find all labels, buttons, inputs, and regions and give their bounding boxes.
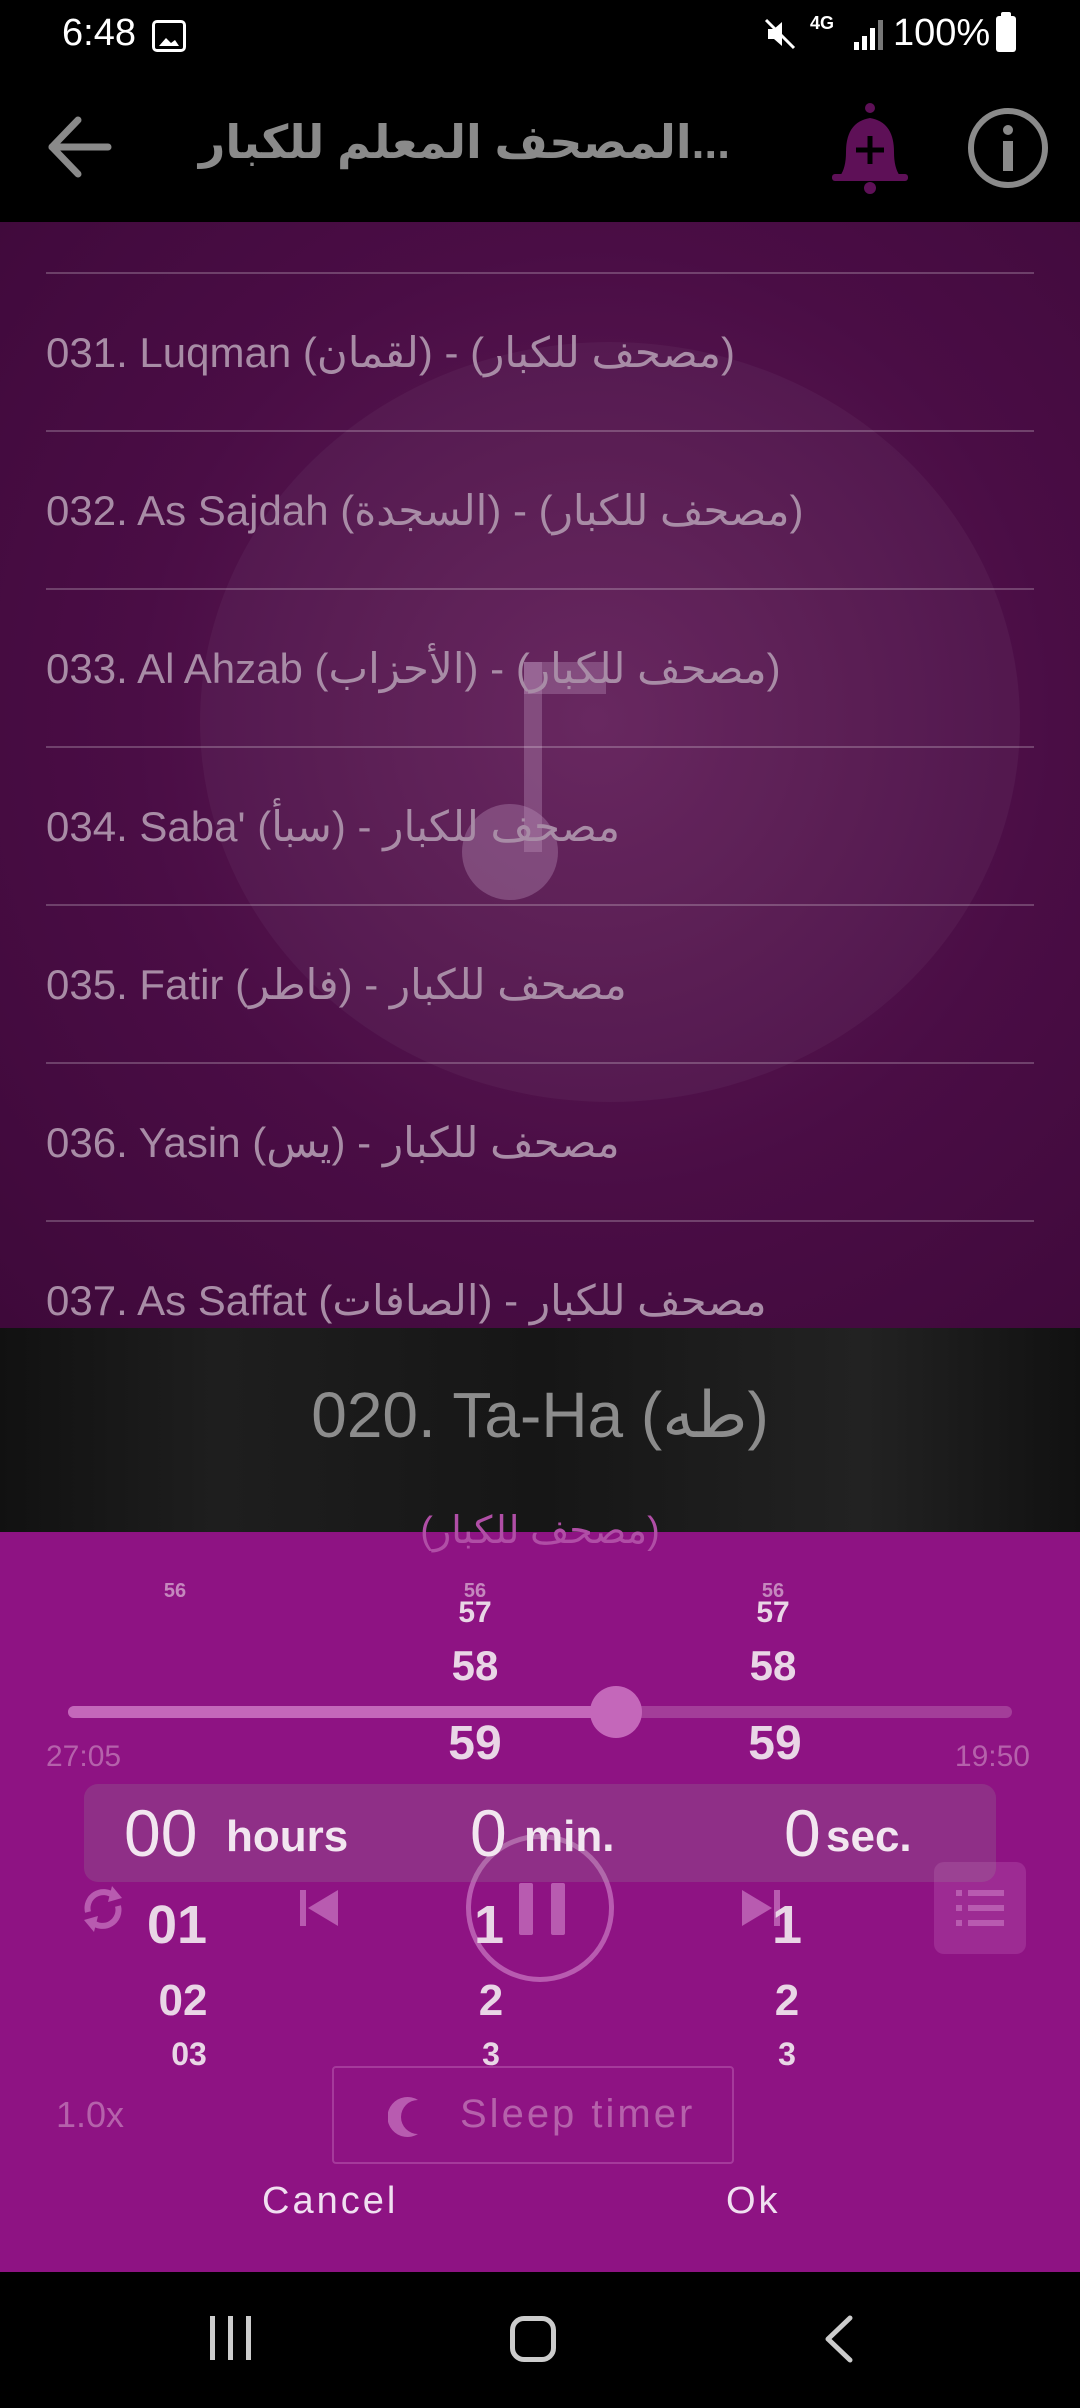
ok-button[interactable]: Ok (726, 2180, 781, 2223)
status-bar: 6:48 4G 100% (0, 0, 1080, 72)
wheel-value: 58 (749, 1642, 797, 1689)
back-arrow-icon[interactable] (42, 110, 116, 184)
list-item-label: 033. Al Ahzab (الأحزاب) - (مصحف للكبار) (46, 644, 781, 692)
remaining-time: 19:50 (954, 1740, 1030, 1773)
wheel-value: 02 (158, 1976, 208, 2025)
wheel-value: 1 (771, 1895, 803, 1955)
mute-icon (764, 18, 796, 50)
seconds-unit: sec. (826, 1812, 912, 1861)
wheel-value: 03 (171, 2036, 207, 2072)
list-item-label: 037. As Saffat (الصافات) - مصحف للكبار (46, 1276, 767, 1324)
minutes-value: 0 (470, 1796, 507, 1870)
seek-progress (68, 1706, 616, 1718)
system-nav-bar (0, 2272, 1080, 2408)
playback-speed[interactable]: 1.0x (56, 2094, 124, 2136)
wheel-value: 01 (146, 1895, 208, 1955)
alarm-add-icon[interactable] (826, 102, 914, 194)
wheel-value: 2 (478, 1976, 504, 2025)
seek-thumb[interactable] (589, 1686, 642, 1738)
now-playing-subtitle: (مصحف للكبار) (420, 1510, 660, 1552)
list-item[interactable]: 035. Fatir (فاطر) - مصحف للكبار (46, 906, 1034, 1062)
wheel-value: 58 (451, 1642, 499, 1689)
list-item-label: 034. Saba' (سبأ) - مصحف للكبار (46, 802, 620, 850)
sleep-timer-button[interactable]: Sleep timer (332, 2066, 734, 2164)
page-title: ...المصحف المعلم للكبار لا (190, 116, 730, 168)
hours-unit: hours (226, 1812, 349, 1861)
list-item[interactable]: 037. As Saffat (الصافات) - مصحف للكبار (46, 1222, 1034, 1328)
list-item-label: 031. Luqman (لقمان) - (مصحف للكبار) (46, 328, 735, 376)
seconds-value: 0 (784, 1796, 821, 1870)
list-item[interactable]: 033. Al Ahzab (الأحزاب) - (مصحف للكبار) (46, 590, 1034, 746)
recents-icon[interactable] (206, 2316, 258, 2360)
list-item[interactable]: 034. Saba' (سبأ) - مصحف للكبار (46, 748, 1034, 904)
elapsed-time: 27:05 (46, 1740, 122, 1773)
network-type: 4G (810, 13, 835, 33)
system-back-icon[interactable] (822, 2314, 856, 2364)
cancel-button[interactable]: Cancel (262, 2180, 398, 2223)
status-time: 6:48 (62, 12, 136, 54)
now-playing-title: 020. Ta-Ha (طه) (311, 1379, 769, 1451)
battery-icon (996, 12, 1016, 52)
wheel-value: 57 (458, 1596, 492, 1629)
info-icon[interactable] (966, 106, 1050, 190)
app-bar: ...المصحف المعلم للكبار لا (0, 72, 1080, 222)
wheel-value: 1 (473, 1895, 505, 1955)
battery-percent: 100% (893, 12, 991, 54)
wheel-value: 59 (748, 1717, 802, 1770)
list-item-label: 035. Fatir (فاطر) - مصحف للكبار (46, 960, 627, 1008)
list-item-label: 036. Yasin (يس) - مصحف للكبار (46, 1118, 620, 1166)
home-icon[interactable] (510, 2316, 556, 2362)
hours-value: 00 (124, 1796, 198, 1870)
sleep-timer-label: Sleep timer (460, 2092, 696, 2136)
previous-track-icon[interactable] (298, 1886, 340, 1930)
wheel-value: 3 (778, 2036, 796, 2072)
surah-list[interactable]: 031. Luqman (لقمان) - (مصحف للكبار) 032.… (0, 222, 1080, 1328)
list-item[interactable]: 032. As Sajdah (السجدة) - (مصحف للكبار) (46, 432, 1034, 588)
list-item[interactable]: 036. Yasin (يس) - مصحف للكبار (46, 1064, 1034, 1220)
list-item-label: 032. As Sajdah (السجدة) - (مصحف للكبار) (46, 486, 804, 534)
signal-icon (854, 20, 883, 50)
list-item[interactable]: 031. Luqman (لقمان) - (مصحف للكبار) (46, 274, 1034, 430)
wheel-value: 2 (774, 1976, 800, 2025)
moon-icon (388, 2097, 418, 2137)
image-notification-icon (152, 20, 186, 52)
wheel-value: 57 (756, 1596, 790, 1629)
wheel-value: 59 (448, 1717, 502, 1770)
wheel-value: 3 (482, 2036, 500, 2072)
wheel-value: 56 (163, 1580, 187, 1602)
minutes-unit: min. (524, 1812, 615, 1861)
